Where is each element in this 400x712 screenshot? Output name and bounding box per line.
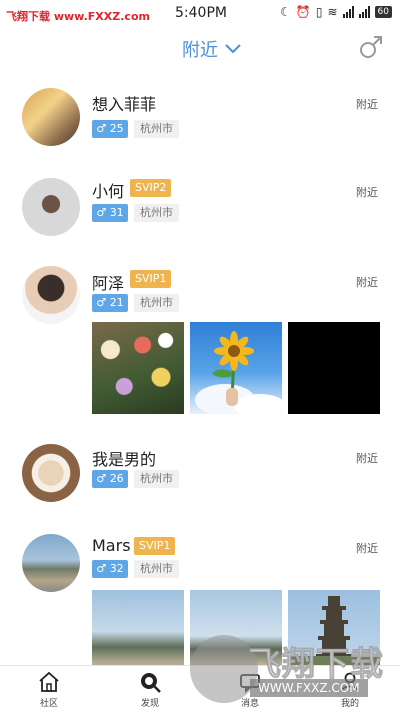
username[interactable]: 小何 <box>92 178 124 202</box>
signal-icon <box>342 6 354 18</box>
male-icon: ♂ <box>96 296 107 309</box>
svip-badge: SVIP1 <box>130 270 172 288</box>
city-badge: 杭州市 <box>134 470 179 488</box>
vibrate-icon: ▯ <box>315 5 323 19</box>
location-filter-dropdown[interactable]: 附近 <box>182 36 242 62</box>
avatar[interactable] <box>22 178 80 236</box>
username[interactable]: 想入菲菲 <box>92 91 156 115</box>
username[interactable]: 我是男的 <box>92 446 156 470</box>
alarm-icon: ⏰ <box>295 5 311 19</box>
city-badge: 杭州市 <box>134 294 179 312</box>
gender-age-badge: ♂ 31 <box>92 204 128 222</box>
post-photo[interactable] <box>92 590 184 665</box>
svip-badge: SVIP1 <box>134 537 176 555</box>
avatar[interactable] <box>22 534 80 592</box>
gender-filter-male-icon[interactable] <box>358 34 384 60</box>
avatar[interactable] <box>22 444 80 502</box>
male-icon: ♂ <box>96 206 107 219</box>
tab-discover[interactable]: 发现 <box>120 670 180 709</box>
header: 附近 <box>0 30 400 70</box>
gender-age-badge: ♂ 21 <box>92 294 128 312</box>
watermark-logo: 飞翔下载 WWW.FXXZ.COM <box>190 635 395 705</box>
home-icon <box>39 671 59 692</box>
status-bar: 飞翔下载 www.FXXZ.com 5:40PM ☾ ⏰ ▯ ≋ 60 <box>0 0 400 30</box>
gender-age-badge: ♂ 32 <box>92 560 128 578</box>
distance-label: 附近 <box>356 186 378 199</box>
status-time: 5:40PM <box>175 5 227 21</box>
watermark-logo-text: 飞翔下载 <box>248 644 384 684</box>
svip-badge: SVIP2 <box>130 179 172 197</box>
signal-icon <box>358 6 370 18</box>
male-icon: ♂ <box>96 472 107 485</box>
sunflower-image <box>195 331 282 414</box>
battery-icon: 60 <box>374 6 392 18</box>
gender-age-badge: ♂ 25 <box>92 120 128 138</box>
watermark-logo-url: WWW.FXXZ.COM <box>250 679 368 697</box>
male-icon: ♂ <box>96 562 107 575</box>
gender-age-badge: ♂ 26 <box>92 470 128 488</box>
avatar[interactable] <box>22 88 80 146</box>
watermark-text: 飞翔下载 www.FXXZ.com <box>6 10 150 23</box>
distance-label: 附近 <box>356 98 378 111</box>
tab-label: 社区 <box>39 699 58 709</box>
post-photo[interactable] <box>288 322 380 414</box>
list-item[interactable]: 想入菲菲 ♂ 25 杭州市 附近 <box>0 86 400 166</box>
list-item[interactable]: 阿泽 SVIP1 ♂ 21 杭州市 附近 <box>0 266 400 426</box>
page-title: 附近 <box>182 40 218 61</box>
distance-label: 附近 <box>356 276 378 289</box>
username[interactable]: 阿泽 <box>92 270 124 294</box>
list-item[interactable]: 我是男的 ♂ 26 杭州市 附近 <box>0 444 400 524</box>
nearby-feed[interactable]: 想入菲菲 ♂ 25 杭州市 附近 小何 SVIP2 ♂ 31 杭州市 附近 阿泽… <box>0 80 400 665</box>
list-item[interactable]: 小何 SVIP2 ♂ 31 杭州市 附近 <box>0 176 400 256</box>
username[interactable]: Mars <box>92 536 131 555</box>
post-photo[interactable] <box>92 322 184 414</box>
male-icon: ♂ <box>96 122 107 135</box>
chevron-down-icon <box>225 44 241 54</box>
status-icons: ☾ ⏰ ▯ ≋ 60 <box>280 5 392 19</box>
post-photo[interactable] <box>190 322 282 414</box>
city-badge: 杭州市 <box>134 204 179 222</box>
tab-community[interactable]: 社区 <box>19 670 79 709</box>
avatar[interactable] <box>22 266 80 324</box>
tab-label: 发现 <box>140 699 159 709</box>
city-badge: 杭州市 <box>134 120 179 138</box>
moon-icon: ☾ <box>280 5 291 19</box>
distance-label: 附近 <box>356 542 378 555</box>
distance-label: 附近 <box>356 452 378 465</box>
wifi-icon: ≋ <box>327 5 338 19</box>
discover-icon <box>141 673 161 693</box>
city-badge: 杭州市 <box>134 560 179 578</box>
